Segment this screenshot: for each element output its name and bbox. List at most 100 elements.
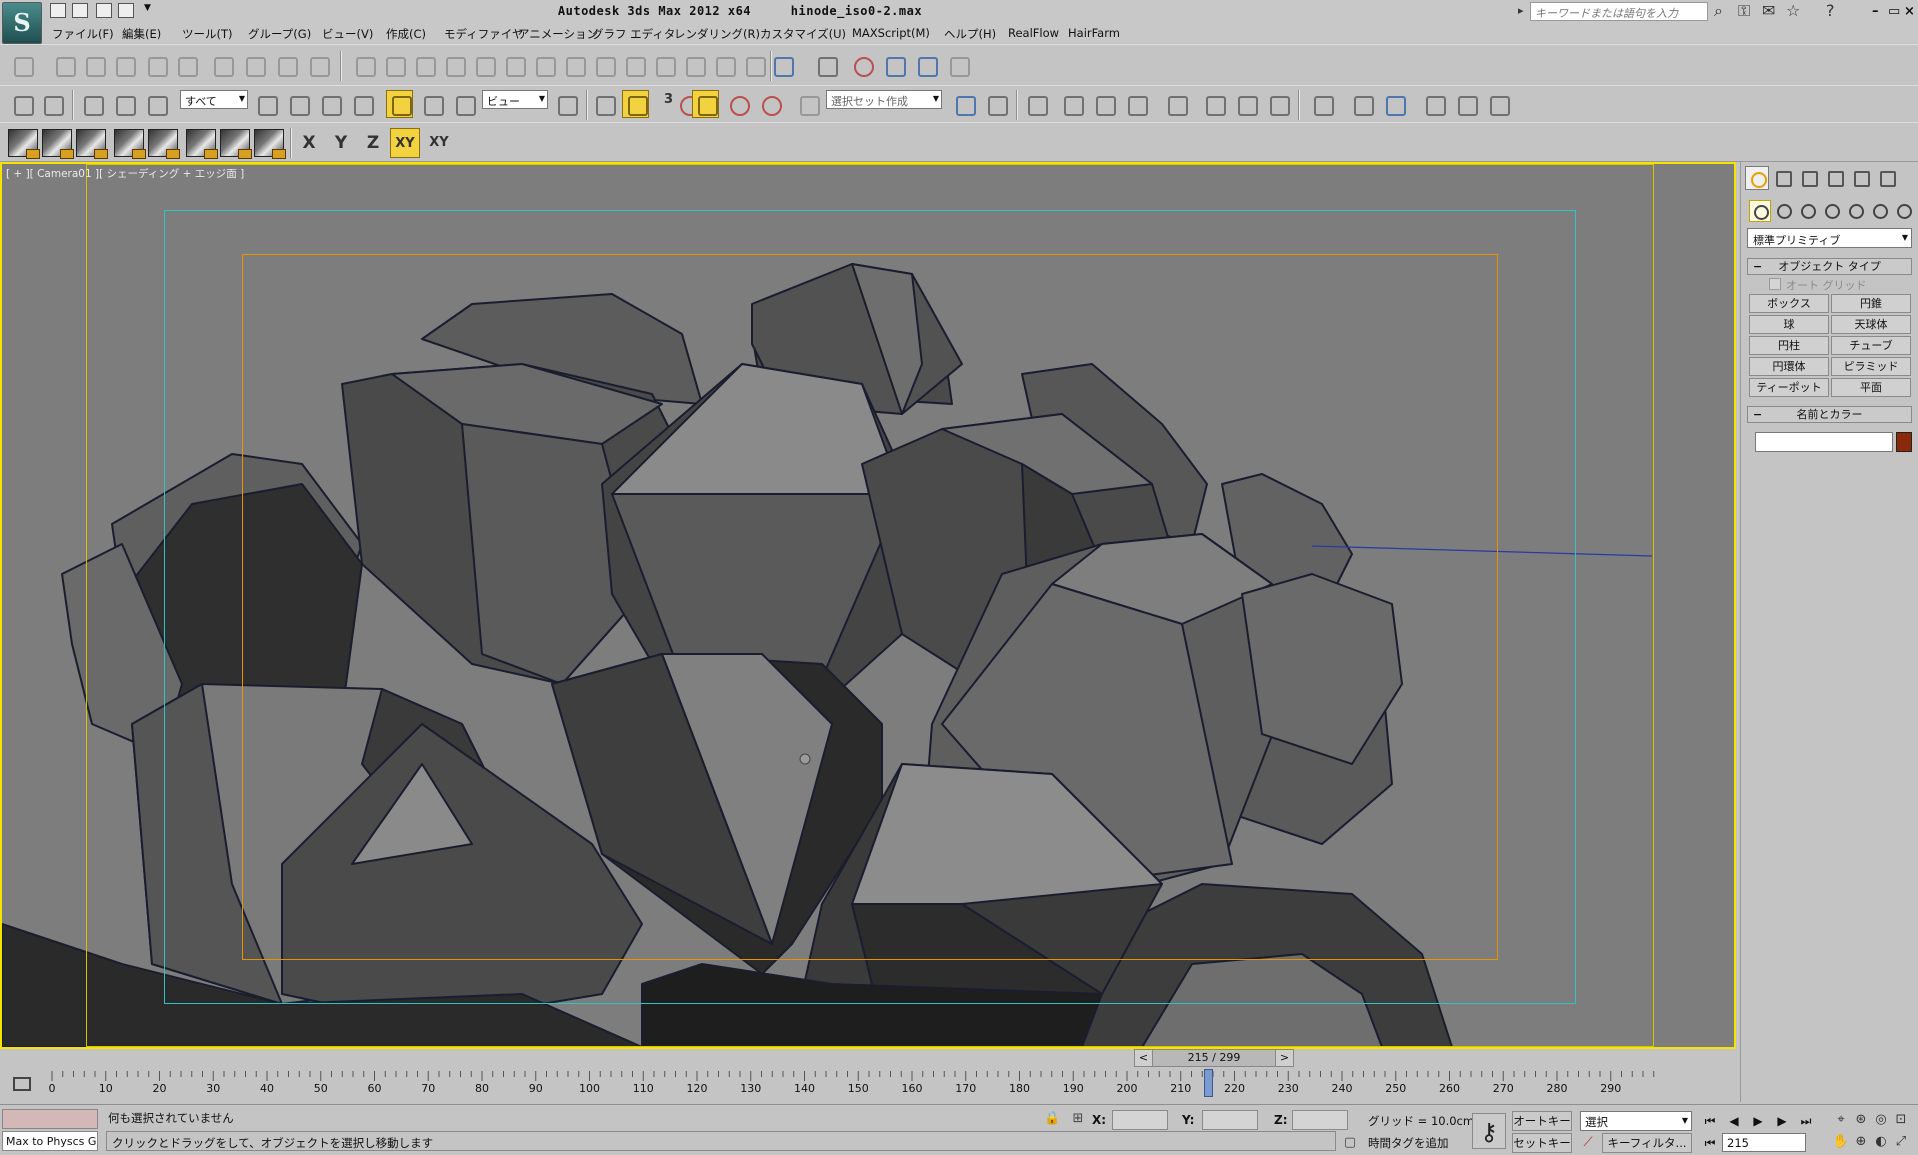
- axis-xy-button[interactable]: XY: [390, 128, 420, 158]
- hair-cut-icon[interactable]: [410, 51, 437, 79]
- gear-plugin-icon[interactable]: [272, 51, 299, 79]
- axis-z-button[interactable]: Z: [358, 128, 388, 158]
- rectangular-selection-icon[interactable]: [316, 90, 343, 118]
- add-time-tag[interactable]: 時間タグを追加: [1368, 1135, 1449, 1151]
- menu-view[interactable]: ビュー(V): [322, 26, 373, 42]
- cone-button[interactable]: 円錐: [1831, 294, 1911, 313]
- go-to-end-tool-icon[interactable]: [1484, 90, 1511, 118]
- undo-icon[interactable]: [8, 90, 35, 118]
- menu-edit[interactable]: 編集(E): [122, 26, 161, 42]
- binoculars-icon[interactable]: ⌕: [1714, 3, 1723, 19]
- hair-frizz-icon[interactable]: [470, 51, 497, 79]
- render-production-icon[interactable]: [1264, 90, 1291, 118]
- geosphere-button[interactable]: 天球体: [1831, 315, 1911, 334]
- script-editor-icon[interactable]: [768, 51, 795, 79]
- bin-export-4-icon[interactable]: [220, 129, 252, 159]
- current-frame-field[interactable]: 215: [1722, 1133, 1806, 1152]
- bin-export-2-icon[interactable]: [148, 129, 180, 159]
- favorites-star-icon[interactable]: ☆: [1786, 3, 1800, 19]
- key-mode-toggle-icon[interactable]: ⏮: [1700, 1135, 1720, 1151]
- go-to-start-icon[interactable]: ⏮: [1700, 1113, 1720, 1129]
- teapot-button[interactable]: ティーポット: [1749, 378, 1829, 397]
- menu-create[interactable]: 作成(C): [386, 26, 426, 42]
- named-selection-dropdown[interactable]: 選択セット作成: [826, 90, 942, 109]
- x-coordinate-field[interactable]: [1112, 1110, 1168, 1130]
- render-preset-3-icon[interactable]: [76, 129, 108, 159]
- axis-xy-cycle-button[interactable]: XY: [424, 128, 454, 158]
- orbit-icon[interactable]: ⊕: [1852, 1133, 1870, 1151]
- unlink-icon[interactable]: [110, 90, 137, 118]
- motion-tab-icon[interactable]: [1823, 166, 1847, 190]
- curve-editor-icon[interactable]: [1090, 90, 1117, 118]
- percent-snap-icon[interactable]: [724, 90, 751, 118]
- field-of-view-icon[interactable]: ◎: [1872, 1111, 1890, 1129]
- viewport-label[interactable]: [ + ][ Camera01 ][ シェーディング + エッジ面 ]: [6, 166, 244, 181]
- help-plugin-icon[interactable]: [880, 51, 907, 79]
- auto-key-button[interactable]: オートキー: [1512, 1111, 1572, 1131]
- space-warps-icon[interactable]: [1869, 200, 1891, 222]
- maxscript-listener-output[interactable]: [2, 1109, 98, 1129]
- tube-button[interactable]: チューブ: [1831, 336, 1911, 355]
- hair-brush-icon[interactable]: [710, 51, 737, 79]
- hierarchy-tab-icon[interactable]: [1797, 166, 1821, 190]
- utilities-tab-icon[interactable]: [1875, 166, 1899, 190]
- time-slider[interactable]: < 215 / 299 >: [1134, 1049, 1294, 1067]
- mirror-icon[interactable]: [950, 90, 977, 118]
- helpers-icon[interactable]: [1845, 200, 1867, 222]
- help-icon[interactable]: ?: [1826, 3, 1835, 19]
- next-frame-icon[interactable]: ▶: [1772, 1113, 1792, 1129]
- redo-icon[interactable]: [38, 90, 65, 118]
- render-preset-2-icon[interactable]: [42, 129, 74, 159]
- align-icon[interactable]: [50, 51, 77, 79]
- select-and-rotate-icon[interactable]: [418, 90, 445, 118]
- absolute-transform-icon[interactable]: ⊞: [1070, 1111, 1086, 1127]
- minimize-icon[interactable]: –: [1872, 4, 1879, 19]
- hair-curl-icon[interactable]: [440, 51, 467, 79]
- search-input[interactable]: キーワードまたは語句を入力: [1530, 2, 1708, 21]
- rendered-frame-window-icon[interactable]: [1232, 90, 1259, 118]
- layer-manager-icon[interactable]: [1022, 90, 1049, 118]
- primitive-category-dropdown[interactable]: 標準プリミティブ: [1747, 228, 1912, 248]
- menu-customize[interactable]: カスタマイズ(U): [760, 26, 846, 42]
- hair-guide-icon[interactable]: [530, 51, 557, 79]
- box-button[interactable]: ボックス: [1749, 294, 1829, 313]
- hair-comb-icon[interactable]: [380, 51, 407, 79]
- menu-help[interactable]: ヘルプ(H): [944, 26, 996, 42]
- hair-clump-icon[interactable]: [560, 51, 587, 79]
- edit-named-selection-icon[interactable]: [794, 90, 821, 118]
- search-expand-icon[interactable]: ▸: [1518, 3, 1524, 19]
- select-and-link-icon[interactable]: [78, 90, 105, 118]
- maxscript-listener-input[interactable]: Max to Physcs G: [2, 1131, 98, 1151]
- select-object-icon[interactable]: [252, 90, 279, 118]
- shapes-icon[interactable]: [1773, 200, 1795, 222]
- time-tag-icon[interactable]: ▢: [1342, 1135, 1358, 1151]
- restore-icon[interactable]: ▭: [1888, 4, 1900, 19]
- align-tool-icon[interactable]: [982, 90, 1009, 118]
- min-max-toggle-icon[interactable]: ⤢: [1892, 1133, 1910, 1151]
- globe-icon[interactable]: [912, 51, 939, 79]
- render-preset-1-icon[interactable]: [8, 129, 40, 159]
- chat-icon[interactable]: [944, 51, 971, 79]
- search-plugin-icon[interactable]: [848, 51, 875, 79]
- graphite-ribbon-icon[interactable]: [1058, 90, 1085, 118]
- snapshot-icon[interactable]: [80, 51, 107, 79]
- set-key-icon[interactable]: ⚷: [1472, 1113, 1506, 1149]
- mini-curve-editor-icon[interactable]: [10, 1072, 32, 1094]
- hair-wind-icon[interactable]: [590, 51, 617, 79]
- menu-graph-editors[interactable]: グラフ エディタ: [592, 26, 675, 42]
- bin-export-3-icon[interactable]: [186, 129, 218, 159]
- object-color-swatch[interactable]: [1896, 432, 1912, 452]
- bin-export-1-icon[interactable]: [114, 129, 146, 159]
- spacing-icon[interactable]: [110, 51, 137, 79]
- hair-branch-icon[interactable]: [650, 51, 677, 79]
- time-slider-prev-button[interactable]: <: [1135, 1050, 1153, 1066]
- object-name-input[interactable]: [1755, 432, 1893, 452]
- axis-x-button[interactable]: X: [294, 128, 324, 158]
- set-key-button[interactable]: セットキー: [1512, 1133, 1572, 1153]
- walkthrough-icon[interactable]: ◐: [1872, 1133, 1890, 1151]
- maximize-viewport-icon[interactable]: ⊡: [1892, 1111, 1910, 1129]
- create-tab-icon[interactable]: [1745, 166, 1769, 190]
- pan-icon[interactable]: ✋: [1832, 1133, 1850, 1151]
- name-color-rollout-header[interactable]: − 名前とカラー: [1747, 406, 1912, 423]
- pivot-center-icon[interactable]: [552, 90, 579, 118]
